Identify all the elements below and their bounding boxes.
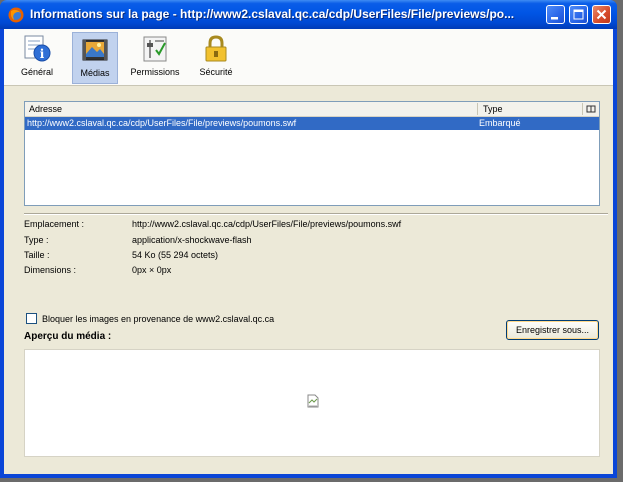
broken-image-icon (307, 394, 319, 408)
maximize-button[interactable] (569, 5, 588, 24)
media-preview-label: Aperçu du média : (24, 331, 112, 342)
size-label: Taille : (24, 250, 50, 260)
block-images-checkbox[interactable] (26, 313, 37, 324)
type-label: Type : (24, 235, 49, 245)
column-type-header[interactable]: Type (483, 104, 503, 114)
tab-security[interactable]: Sécurité (192, 32, 240, 84)
section-divider (24, 213, 608, 215)
title-bar[interactable]: Informations sur la page - http://www2.c… (0, 0, 617, 29)
row-type: Embarqué (479, 118, 521, 128)
media-list[interactable]: Adresse Type http://www2.cslaval.qc.ca/c… (24, 101, 600, 206)
info-icon: i (24, 35, 51, 62)
minimize-icon (551, 17, 558, 20)
tab-media-label: Médias (80, 68, 110, 78)
page-info-window: Informations sur la page - http://www2.c… (0, 0, 617, 478)
maximize-icon (573, 9, 584, 20)
dialog-body: i Général Médias Permissions Sécurité Ad… (4, 29, 613, 474)
tab-general[interactable]: i Général (16, 32, 58, 84)
tab-media[interactable]: Médias (72, 32, 118, 84)
media-list-header: Adresse Type (25, 102, 599, 117)
media-preview-area (24, 349, 600, 457)
media-icon (82, 39, 108, 61)
location-label: Emplacement : (24, 219, 85, 229)
svg-text:i: i (40, 47, 45, 61)
column-picker-icon[interactable] (586, 104, 596, 114)
close-icon (596, 9, 607, 20)
minimize-button[interactable] (546, 5, 565, 24)
table-row[interactable]: http://www2.cslaval.qc.ca/cdp/UserFiles/… (25, 117, 599, 130)
firefox-icon (8, 7, 24, 23)
location-value: http://www2.cslaval.qc.ca/cdp/UserFiles/… (132, 219, 402, 229)
dimensions-value: 0px × 0px (132, 265, 172, 275)
window-title: Informations sur la page - http://www2.c… (30, 7, 515, 21)
security-lock-icon (205, 35, 227, 62)
tab-toolbar: i Général Médias Permissions Sécurité (4, 29, 613, 86)
row-address: http://www2.cslaval.qc.ca/cdp/UserFiles/… (27, 118, 297, 128)
dimensions-label: Dimensions : (24, 265, 77, 275)
block-images-label[interactable]: Bloquer les images en provenance de www2… (42, 314, 274, 324)
type-value: application/x-shockwave-flash (132, 235, 252, 245)
close-button[interactable] (592, 5, 611, 24)
column-separator[interactable] (477, 103, 478, 115)
tab-permissions[interactable]: Permissions (124, 32, 186, 84)
save-as-button[interactable]: Enregistrer sous... (506, 320, 599, 340)
column-address-header[interactable]: Adresse (29, 104, 62, 114)
permissions-icon (143, 36, 167, 62)
size-value: 54 Ko (55 294 octets) (132, 250, 219, 260)
column-separator[interactable] (582, 103, 583, 115)
tab-security-label: Sécurité (199, 67, 233, 77)
tab-permissions-label: Permissions (130, 67, 180, 77)
tab-general-label: Général (20, 67, 54, 77)
